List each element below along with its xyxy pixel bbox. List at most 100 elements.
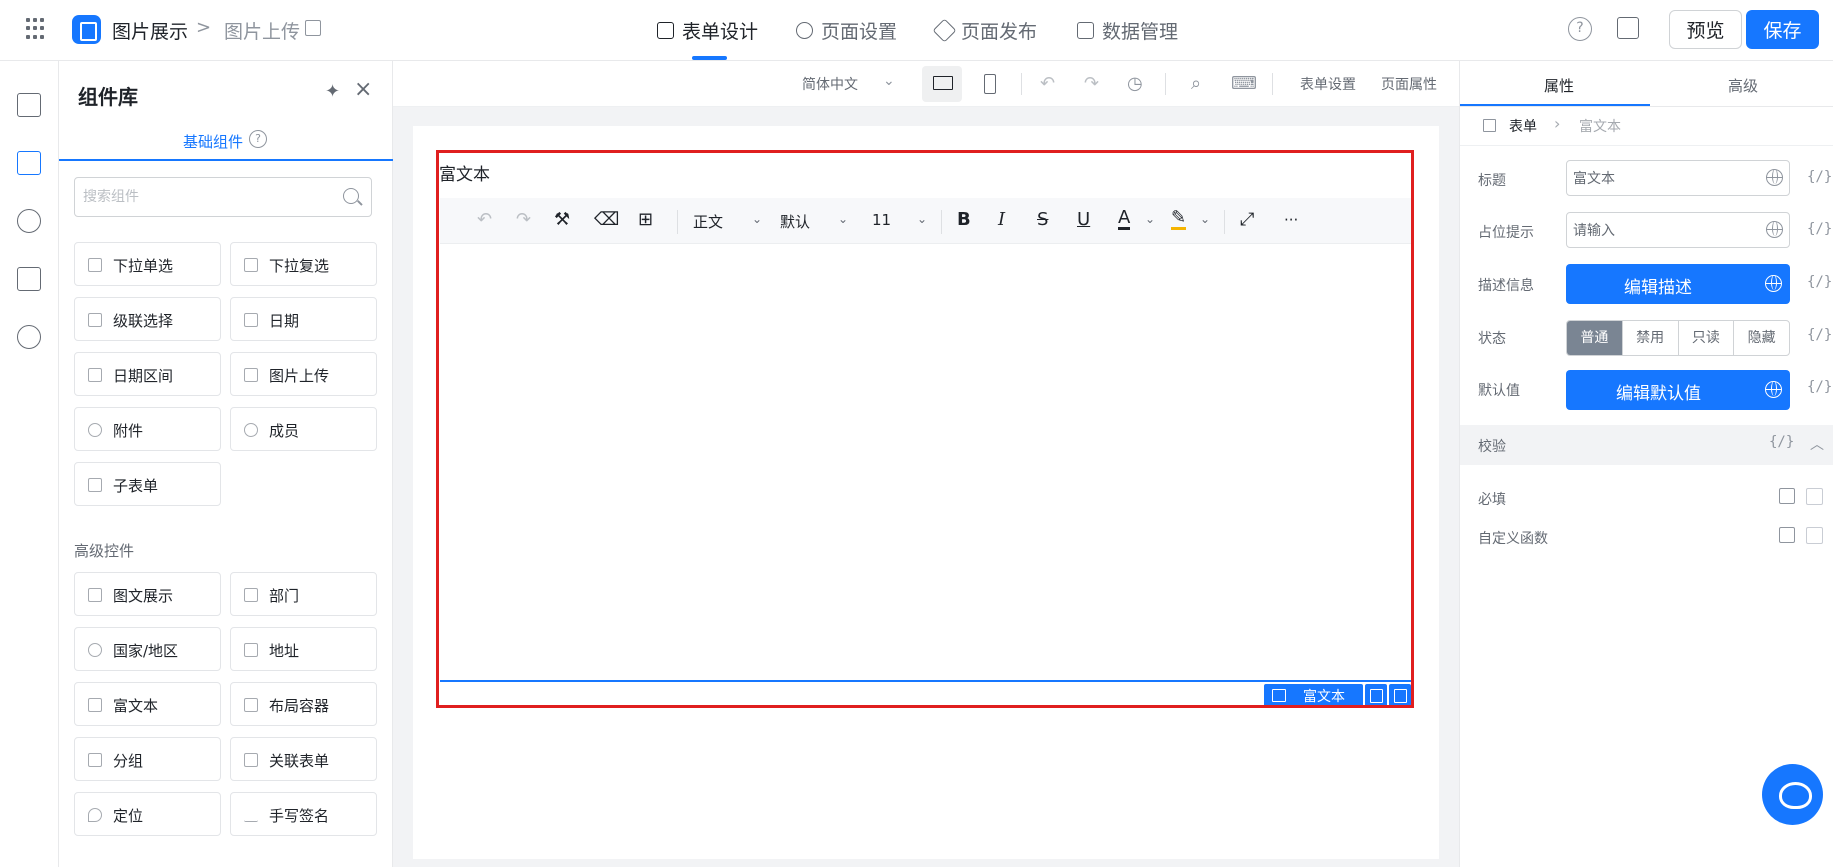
component-member[interactable]: 成员 [230, 407, 377, 451]
component-select-single[interactable]: 下拉单选 [74, 242, 221, 286]
database-icon[interactable] [17, 209, 41, 233]
component-image-text[interactable]: 图文展示 [74, 572, 221, 616]
component-department[interactable]: 部门 [230, 572, 377, 616]
search-icon[interactable]: ⌕ [1191, 73, 1201, 94]
component-layout[interactable]: 布局容器 [230, 682, 377, 726]
tab-basic-components[interactable]: 基础组件 [183, 131, 243, 152]
chevron-down-icon[interactable]: ⌄ [883, 73, 895, 89]
selection-highlight [436, 150, 1414, 708]
external-link-icon[interactable] [1617, 17, 1639, 39]
component-signature[interactable]: 手写签名 [230, 792, 377, 836]
link-form-icon [244, 753, 258, 767]
tab-data-management[interactable]: 数据管理 [1077, 16, 1178, 44]
component-label: 分组 [113, 752, 144, 770]
table-icon [1077, 21, 1094, 39]
mobile-view-icon[interactable] [984, 74, 996, 94]
component-related-form[interactable]: 关联表单 [230, 737, 377, 781]
component-label: 关联表单 [269, 752, 330, 770]
redo-icon[interactable]: ↷ [1084, 73, 1099, 94]
state-hidden[interactable]: 隐藏 [1734, 321, 1789, 355]
default-value-label: 默认值 [1478, 383, 1520, 399]
undo-icon[interactable]: ↶ [1040, 73, 1055, 94]
tab-page-settings[interactable]: 页面设置 [796, 16, 897, 44]
edit-default-value-button[interactable]: 编辑默认值 [1566, 370, 1790, 410]
search-icon[interactable] [343, 188, 359, 204]
app-grid-icon[interactable] [26, 18, 48, 40]
validation-section-header[interactable]: 校验 {/} ︿ [1460, 425, 1833, 465]
formula-icon[interactable]: {/} [1807, 221, 1832, 237]
tab-page-publish[interactable]: 页面发布 [932, 16, 1037, 44]
component-subform[interactable]: 子表单 [74, 462, 221, 506]
component-image-upload[interactable]: 图片上传 [230, 352, 377, 396]
formula-icon[interactable]: {/} [1807, 379, 1832, 395]
formula-icon[interactable]: {/} [1769, 434, 1794, 450]
required-checkbox[interactable] [1806, 488, 1823, 505]
tab-form-design[interactable]: 表单设计 [657, 16, 758, 44]
document-icon [657, 21, 674, 39]
formula-icon[interactable]: {/} [1807, 169, 1832, 185]
component-address[interactable]: 地址 [230, 627, 377, 671]
custom-function-checkbox[interactable] [1806, 527, 1823, 544]
preview-button[interactable]: 预览 [1669, 10, 1742, 49]
globe-icon[interactable] [17, 325, 41, 349]
active-tab-indicator [59, 159, 393, 161]
js-icon[interactable] [17, 267, 41, 291]
component-label: 手写签名 [269, 807, 330, 825]
user-icon [244, 423, 258, 437]
edit-icon[interactable] [305, 20, 321, 36]
component-date[interactable]: 日期 [230, 297, 377, 341]
component-select-multi[interactable]: 下拉复选 [230, 242, 377, 286]
breadcrumb-app[interactable]: 图片展示 [112, 17, 188, 44]
component-label: 日期 [269, 312, 300, 330]
gear-icon [796, 21, 813, 39]
tab-advanced[interactable]: 高级 [1728, 75, 1758, 96]
component-group[interactable]: 分组 [74, 737, 221, 781]
desktop-view-icon[interactable] [922, 66, 962, 102]
component-label: 国家/地区 [113, 642, 179, 660]
component-country[interactable]: 国家/地区 [74, 627, 221, 671]
rich-text-icon [88, 698, 102, 712]
state-readonly[interactable]: 只读 [1679, 321, 1735, 355]
language-select[interactable]: 简体中文 [802, 74, 858, 94]
customer-service-icon[interactable] [1762, 764, 1823, 825]
placeholder-input[interactable] [1566, 212, 1790, 248]
edit-icon[interactable] [1779, 488, 1795, 504]
form-settings-link[interactable]: 表单设置 [1300, 74, 1356, 94]
history-icon[interactable]: ◷ [1127, 73, 1143, 94]
subform-icon [88, 478, 102, 492]
help-icon[interactable]: ? [249, 130, 267, 148]
help-icon[interactable]: ? [1568, 17, 1592, 41]
tab-properties[interactable]: 属性 [1544, 75, 1574, 96]
save-button[interactable]: 保存 [1746, 10, 1819, 49]
formula-icon[interactable]: {/} [1807, 327, 1832, 343]
component-rich-text[interactable]: 富文本 [74, 682, 221, 726]
components-icon[interactable] [17, 151, 41, 175]
cascade-icon [88, 313, 102, 327]
breadcrumb-form[interactable]: 表单 [1509, 116, 1537, 136]
image-text-icon [88, 588, 102, 602]
component-cascader[interactable]: 级联选择 [74, 297, 221, 341]
state-normal[interactable]: 普通 [1567, 321, 1623, 355]
component-location[interactable]: 定位 [74, 792, 221, 836]
edit-description-button[interactable]: 编辑描述 [1566, 264, 1790, 304]
title-label: 标题 [1478, 173, 1506, 189]
component-attachment[interactable]: 附件 [74, 407, 221, 451]
keyboard-icon[interactable]: ⌨ [1231, 73, 1257, 94]
page-properties-link[interactable]: 页面属性 [1381, 74, 1437, 94]
edit-icon[interactable] [1779, 527, 1795, 543]
location-pin-icon [88, 808, 102, 822]
close-icon[interactable]: × [354, 77, 372, 102]
component-label: 附件 [113, 422, 144, 440]
globe-icon[interactable] [1766, 169, 1783, 186]
calendar-icon [244, 313, 258, 327]
globe-icon[interactable] [1766, 221, 1783, 238]
search-input[interactable] [74, 177, 372, 217]
columns-icon [244, 698, 258, 712]
formula-icon[interactable]: {/} [1807, 274, 1832, 290]
component-date-range[interactable]: 日期区间 [74, 352, 221, 396]
state-disabled[interactable]: 禁用 [1623, 321, 1679, 355]
outline-icon[interactable] [17, 93, 41, 117]
chevron-up-icon[interactable]: ︿ [1810, 434, 1824, 454]
title-input[interactable] [1566, 160, 1790, 196]
pin-icon[interactable]: ✦ [325, 81, 340, 102]
